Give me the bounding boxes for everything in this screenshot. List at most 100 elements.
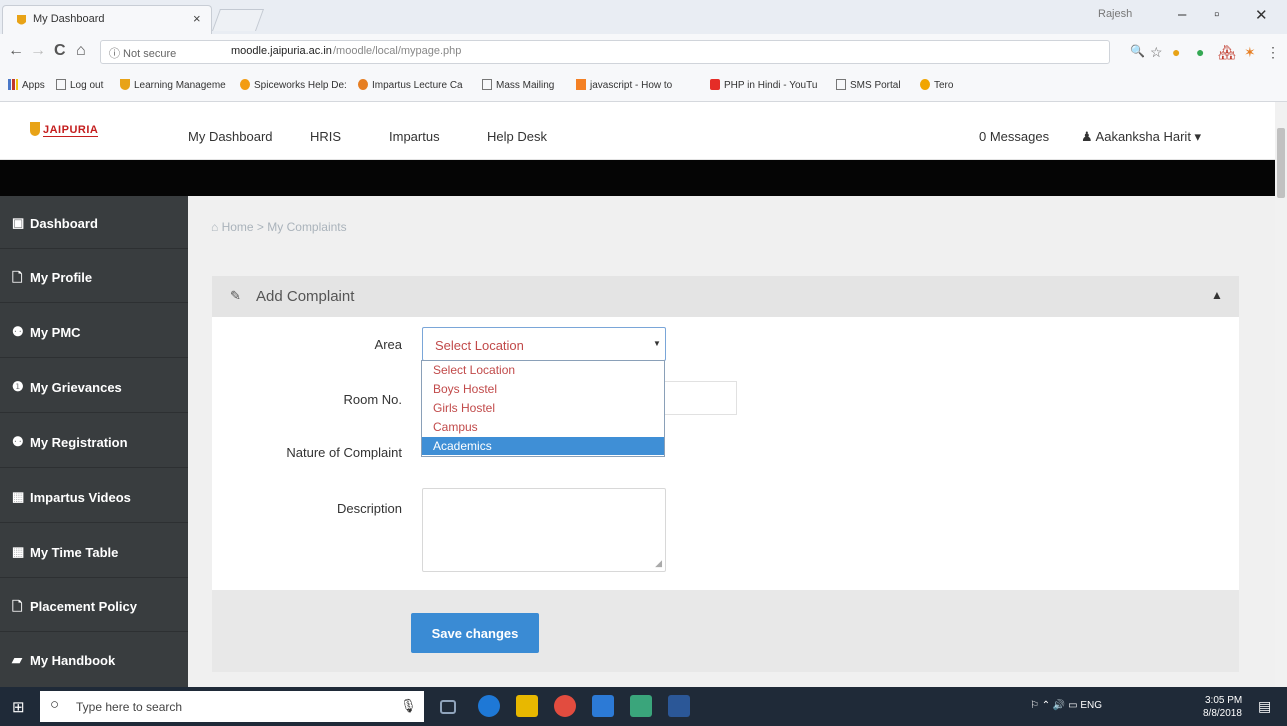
- stackoverflow-icon: [576, 79, 586, 90]
- form-footer: [212, 590, 1239, 672]
- logo-flag-icon: [30, 122, 40, 136]
- jaipuria-favicon-icon: [17, 15, 26, 25]
- save-changes-button[interactable]: Save changes: [411, 613, 539, 653]
- collapse-caret-icon[interactable]: ▲: [1211, 288, 1223, 302]
- tab-close-icon[interactable]: ×: [193, 11, 201, 26]
- page-icon: [836, 79, 846, 90]
- option-academics[interactable]: Academics: [422, 437, 664, 455]
- sidebar-item-my-profile[interactable]: 🗋 My Profile: [0, 250, 188, 303]
- extension-icon[interactable]: ●: [1172, 44, 1180, 60]
- taskbar-search-box[interactable]: ○ Type here to search 🎙: [40, 691, 424, 722]
- sidebar-item-label: My Profile: [30, 270, 93, 285]
- sidebar-item-label: Placement Policy: [30, 599, 137, 614]
- option-girls-hostel[interactable]: Girls Hostel: [422, 399, 664, 417]
- home-icon[interactable]: ⌂: [76, 42, 86, 60]
- nav-help-desk[interactable]: Help Desk: [487, 129, 547, 144]
- bookmark-star-icon[interactable]: ☆: [1150, 44, 1163, 61]
- forward-arrow-icon[interactable]: →: [30, 42, 46, 60]
- new-tab-button[interactable]: [211, 9, 265, 31]
- clock-date[interactable]: 8/8/2018: [1203, 708, 1242, 719]
- microphone-icon[interactable]: 🎙: [400, 698, 417, 714]
- sidebar-item-my-registration[interactable]: ⚉ My Registration: [0, 415, 188, 468]
- breadcrumb[interactable]: ⌂ Home > My Complaints: [211, 220, 347, 234]
- page-scrollbar[interactable]: [1275, 102, 1287, 687]
- room-no-input[interactable]: [657, 381, 737, 415]
- minimize-icon[interactable]: –: [1178, 6, 1186, 23]
- sidebar-item-my-pmc[interactable]: ⚉ My PMC: [0, 305, 188, 358]
- notification-icon[interactable]: ▤: [1258, 698, 1271, 715]
- bookmark-learning-management[interactable]: Learning Manageme: [120, 79, 226, 91]
- bookmark-spiceworks[interactable]: Spiceworks Help De:: [240, 79, 347, 91]
- area-dropdown-list: Select Location Boys Hostel Girls Hostel…: [421, 360, 665, 457]
- area-select[interactable]: Select Location ▼: [422, 327, 666, 361]
- sidebar-item-label: My Registration: [30, 435, 128, 450]
- panel-title: Add Complaint: [256, 288, 355, 305]
- page-icon: [482, 79, 492, 90]
- bookmark-apps[interactable]: Apps: [8, 79, 45, 91]
- extension-icon[interactable]: 🏘: [1218, 44, 1236, 61]
- browser-menu-icon[interactable]: ⋮: [1266, 44, 1280, 61]
- description-textarea[interactable]: ◢: [422, 488, 666, 572]
- sticky-notes-icon[interactable]: [630, 695, 652, 717]
- option-select-location[interactable]: Select Location: [422, 361, 664, 379]
- not-secure-indicator[interactable]: ⓘ Not secure: [109, 45, 176, 61]
- maximize-icon[interactable]: ▫: [1214, 6, 1219, 23]
- add-complaint-panel-header[interactable]: ✎ Add Complaint ▲: [212, 276, 1239, 317]
- apps-grid-icon: [8, 79, 18, 90]
- nav-impartus[interactable]: Impartus: [389, 129, 440, 144]
- reload-icon[interactable]: C: [54, 42, 66, 60]
- book-icon: ▰: [12, 652, 22, 667]
- sidebar-item-impartus-videos[interactable]: ▦ Impartus Videos: [0, 470, 188, 523]
- description-label: Description: [336, 501, 402, 516]
- bookmark-javascript[interactable]: javascript - How to: [576, 79, 672, 91]
- system-tray[interactable]: ⚐ ⌃ 🔊 ▭ ENG: [1030, 700, 1102, 711]
- extension-icon[interactable]: ●: [1196, 44, 1204, 60]
- bookmark-php-hindi[interactable]: PHP in Hindi - YouTu: [710, 79, 817, 91]
- chrome-icon[interactable]: [554, 695, 576, 717]
- browser-profile-name[interactable]: Rajesh: [1098, 8, 1132, 20]
- calendar-icon: ▦: [12, 489, 25, 504]
- edge-browser-icon[interactable]: [478, 695, 500, 717]
- option-campus[interactable]: Campus: [422, 418, 664, 436]
- url-host: moodle.jaipuria.ac.in: [231, 45, 332, 57]
- url-input[interactable]: ⓘ Not secure moodle.jaipuria.ac.in /mood…: [100, 40, 1110, 64]
- tab-my-dashboard[interactable]: My Dashboard ×: [2, 5, 212, 34]
- browser-address-bar: ← → C ⌂ ⓘ Not secure moodle.jaipuria.ac.…: [0, 34, 1287, 70]
- nav-hris[interactable]: HRIS: [310, 129, 341, 144]
- sidebar-item-my-handbook[interactable]: ▰ My Handbook: [0, 633, 188, 686]
- resize-grip-icon[interactable]: ◢: [655, 558, 662, 569]
- bookmark-mass-mailing[interactable]: Mass Mailing: [482, 79, 554, 91]
- option-boys-hostel[interactable]: Boys Hostel: [422, 380, 664, 398]
- word-icon[interactable]: [668, 695, 690, 717]
- bookmark-tero[interactable]: Tero: [920, 79, 953, 91]
- sidebar-item-dashboard[interactable]: ▣ Dashboard: [0, 196, 188, 249]
- zoom-icon[interactable]: 🔍: [1130, 44, 1145, 58]
- scrollbar-thumb[interactable]: [1277, 128, 1285, 198]
- sidebar-item-label: My PMC: [30, 325, 81, 340]
- extension-icon[interactable]: ✶: [1244, 44, 1256, 61]
- bookmark-sms-portal[interactable]: SMS Portal: [836, 79, 901, 91]
- jaipuria-logo[interactable]: JAIPURIA: [30, 122, 99, 137]
- edit-icon: ✎: [230, 288, 241, 303]
- sidebar-item-label: My Grievances: [30, 380, 122, 395]
- back-arrow-icon[interactable]: ←: [8, 42, 24, 60]
- area-label: Area: [374, 337, 402, 352]
- jaipuria-icon: [120, 79, 130, 90]
- task-view-icon[interactable]: [440, 700, 456, 714]
- sidebar-item-my-time-table[interactable]: ▦ My Time Table: [0, 525, 188, 578]
- bookmark-impartus[interactable]: Impartus Lecture Ca: [358, 79, 463, 91]
- sidebar-item-placement-policy[interactable]: 🗋 Placement Policy: [0, 579, 188, 632]
- user-menu-dropdown[interactable]: ♟ Aakanksha Harit ▾: [1081, 129, 1201, 145]
- search-icon: ○: [50, 696, 60, 713]
- sidebar-item-my-grievances[interactable]: ❶ My Grievances: [0, 360, 188, 413]
- clock-time[interactable]: 3:05 PM: [1205, 695, 1242, 706]
- close-window-icon[interactable]: ✕: [1255, 6, 1268, 24]
- messages-link[interactable]: 0 Messages: [979, 129, 1049, 144]
- windows-start-icon[interactable]: ⊞: [12, 698, 25, 716]
- dashboard-icon: ▣: [12, 215, 25, 230]
- outlook-icon[interactable]: [592, 695, 614, 717]
- url-path: /moodle/local/mypage.php: [333, 45, 462, 57]
- bookmark-logout[interactable]: Log out: [56, 79, 103, 91]
- store-icon[interactable]: [516, 695, 538, 717]
- nav-my-dashboard[interactable]: My Dashboard: [188, 129, 273, 144]
